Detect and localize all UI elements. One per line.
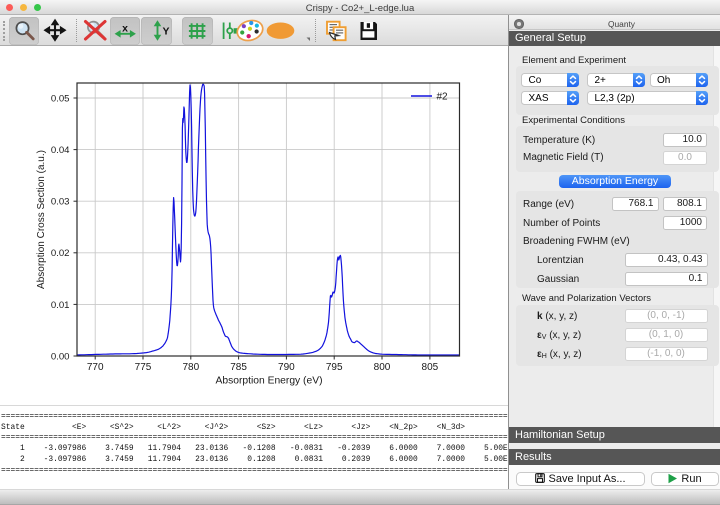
svg-text:775: 775 — [135, 362, 152, 373]
svg-text:0.04: 0.04 — [51, 145, 70, 156]
svg-text:790: 790 — [278, 362, 295, 373]
svg-text:Absorption Energy (eV): Absorption Energy (eV) — [215, 376, 322, 387]
svg-text:805: 805 — [422, 362, 439, 373]
svg-text:770: 770 — [87, 362, 104, 373]
svg-text:Y: Y — [162, 26, 169, 38]
svg-text:795: 795 — [326, 362, 343, 373]
svg-text:800: 800 — [374, 362, 391, 373]
svg-text:0.01: 0.01 — [51, 300, 70, 311]
svg-text:#2: #2 — [437, 92, 449, 103]
svg-text:0.03: 0.03 — [51, 197, 70, 208]
svg-text:785: 785 — [230, 362, 247, 373]
svg-text:780: 780 — [182, 362, 199, 373]
svg-text:0.00: 0.00 — [51, 351, 70, 362]
svg-text:0.02: 0.02 — [51, 248, 70, 259]
svg-text:Absorption Cross Section (a.u.: Absorption Cross Section (a.u.) — [36, 150, 47, 289]
svg-text:0.05: 0.05 — [51, 93, 70, 104]
svg-text:x: x — [122, 23, 128, 35]
